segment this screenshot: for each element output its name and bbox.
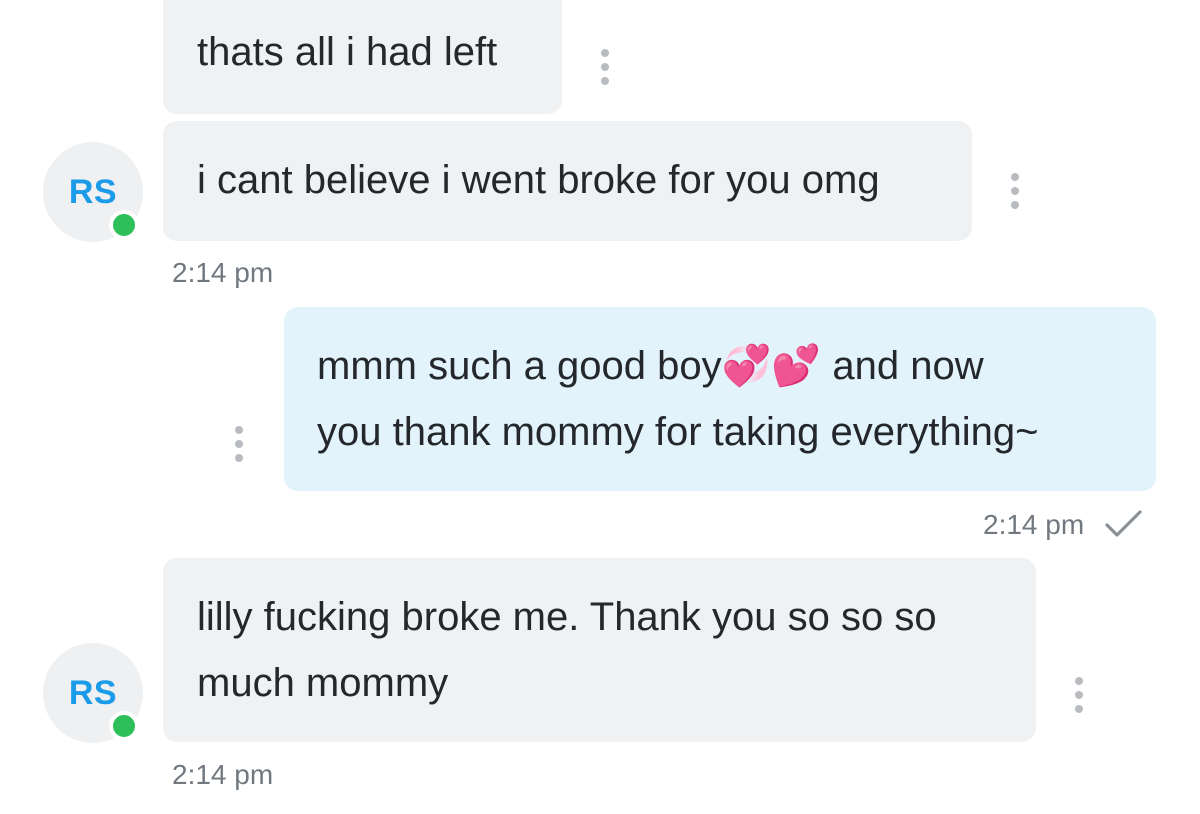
more-vertical-icon[interactable] <box>224 424 254 464</box>
more-vertical-icon[interactable] <box>1000 171 1030 211</box>
message-text-line-2: much mommy <box>197 661 449 705</box>
message-bubble-incoming[interactable]: thats all i had left <box>163 0 562 114</box>
more-vertical-icon[interactable] <box>1064 675 1094 715</box>
message-text: i cant believe i went broke for you omg <box>197 158 880 202</box>
message-text-line-1: mmm such a good boy💞💕 and now <box>317 344 984 388</box>
message-timestamp: 2:14 pm <box>172 257 274 288</box>
message-timestamp: 2:14 pm <box>983 509 1085 540</box>
message-text-line-2: you thank mommy for taking everything~ <box>317 410 1039 454</box>
online-status-dot <box>109 711 139 741</box>
more-vertical-icon[interactable] <box>590 47 620 87</box>
message-bubble-outgoing[interactable]: mmm such a good boy💞💕 and now you thank … <box>284 307 1156 491</box>
message-timestamp: 2:14 pm <box>172 759 274 790</box>
avatar-initials: RS <box>68 673 118 712</box>
check-icon <box>1105 510 1142 537</box>
avatar-initials: RS <box>68 172 118 211</box>
message-bubble-incoming[interactable]: i cant believe i went broke for you omg <box>163 121 972 241</box>
message-bubble-incoming[interactable]: lilly fucking broke me. Thank you so so … <box>163 558 1036 742</box>
message-text: thats all i had left <box>197 30 498 74</box>
message-text-line-1: lilly fucking broke me. Thank you so so … <box>197 595 937 639</box>
online-status-dot <box>109 210 139 240</box>
